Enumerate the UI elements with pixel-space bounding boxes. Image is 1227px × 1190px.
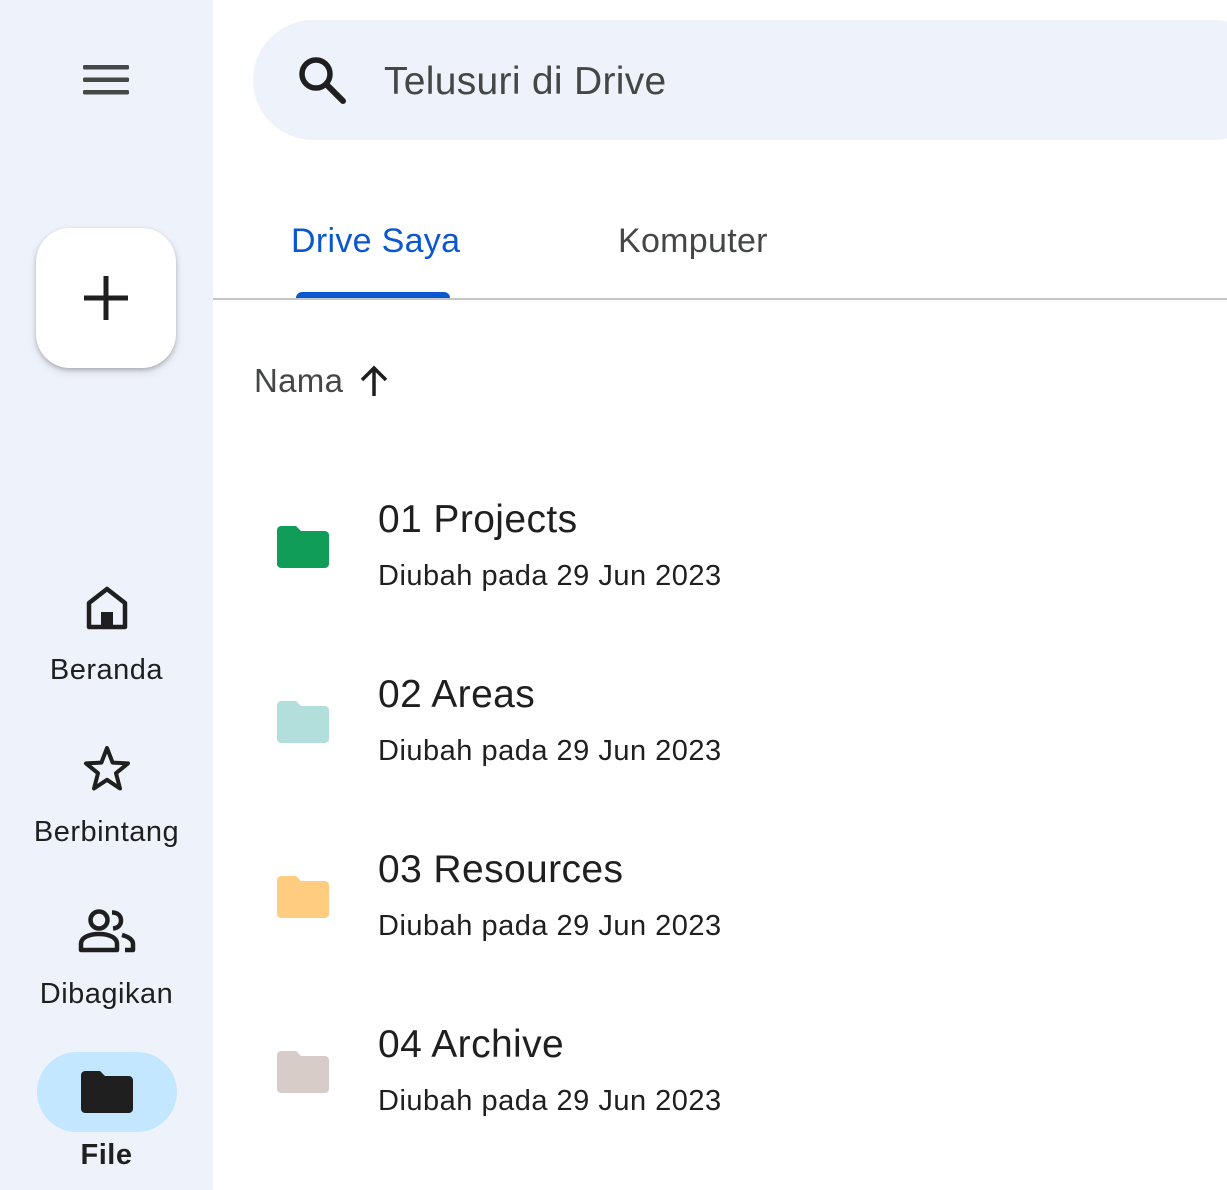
- nav-item-icon-container: [36, 1052, 177, 1132]
- file-name: 02 Areas: [378, 673, 536, 716]
- new-button[interactable]: [36, 228, 176, 368]
- tab-my-drive[interactable]: Drive Saya: [291, 220, 460, 262]
- nav-item-icon-container: [37, 891, 177, 971]
- folder-icon: [277, 1051, 329, 1093]
- folder-icon: [277, 526, 329, 568]
- folder-icon: [80, 1071, 133, 1113]
- hamburger-menu-icon: [83, 65, 129, 95]
- list-item[interactable]: 02 Areas Diubah pada 29 Jun 2023: [213, 652, 1227, 812]
- nav-item-label: Beranda: [49, 654, 164, 686]
- file-name: 04 Archive: [378, 1023, 565, 1066]
- nav-item-shared[interactable]: Dibagikan: [0, 891, 213, 1011]
- tab-divider: [213, 298, 1227, 300]
- home-icon: [86, 586, 127, 630]
- nav-item-home[interactable]: Beranda: [0, 567, 213, 687]
- star-icon: [83, 746, 130, 791]
- nav-item-label: Berbintang: [33, 816, 180, 848]
- nav-item-label: Dibagikan: [39, 978, 174, 1010]
- file-modified: Diubah pada 29 Jun 2023: [378, 560, 722, 592]
- list-item[interactable]: 04 Archive Diubah pada 29 Jun 2023: [213, 1002, 1227, 1162]
- search-icon[interactable]: [296, 54, 350, 108]
- folder-icon: [277, 876, 329, 918]
- menu-button[interactable]: [77, 52, 137, 108]
- nav-item-files[interactable]: File: [0, 1052, 213, 1172]
- tab-computers[interactable]: Komputer: [618, 220, 768, 262]
- file-modified: Diubah pada 29 Jun 2023: [378, 910, 722, 942]
- plus-icon: [84, 276, 128, 320]
- drive-app: Beranda Berbintang Dibagikan File Telusu…: [0, 0, 1227, 1190]
- list-item[interactable]: 03 Resources Diubah pada 29 Jun 2023: [213, 827, 1227, 987]
- sort-label: Nama: [254, 362, 344, 399]
- file-name: 01 Projects: [378, 498, 578, 541]
- list-item[interactable]: 01 Projects Diubah pada 29 Jun 2023: [213, 477, 1227, 637]
- nav-item-icon-container: [37, 567, 177, 647]
- nav-item-icon-container: [37, 729, 177, 809]
- folder-icon: [277, 701, 329, 743]
- navigation-rail: Beranda Berbintang Dibagikan File: [0, 0, 213, 1190]
- people-icon: [78, 909, 135, 953]
- search-input[interactable]: Telusuri di Drive: [384, 60, 667, 104]
- file-name: 03 Resources: [378, 848, 624, 891]
- file-modified: Diubah pada 29 Jun 2023: [378, 1085, 722, 1117]
- arrow-up-icon: [360, 365, 388, 396]
- sort-button[interactable]: Nama: [254, 360, 391, 402]
- nav-item-label: File: [80, 1139, 133, 1171]
- nav-item-starred[interactable]: Berbintang: [0, 729, 213, 849]
- file-modified: Diubah pada 29 Jun 2023: [378, 735, 722, 767]
